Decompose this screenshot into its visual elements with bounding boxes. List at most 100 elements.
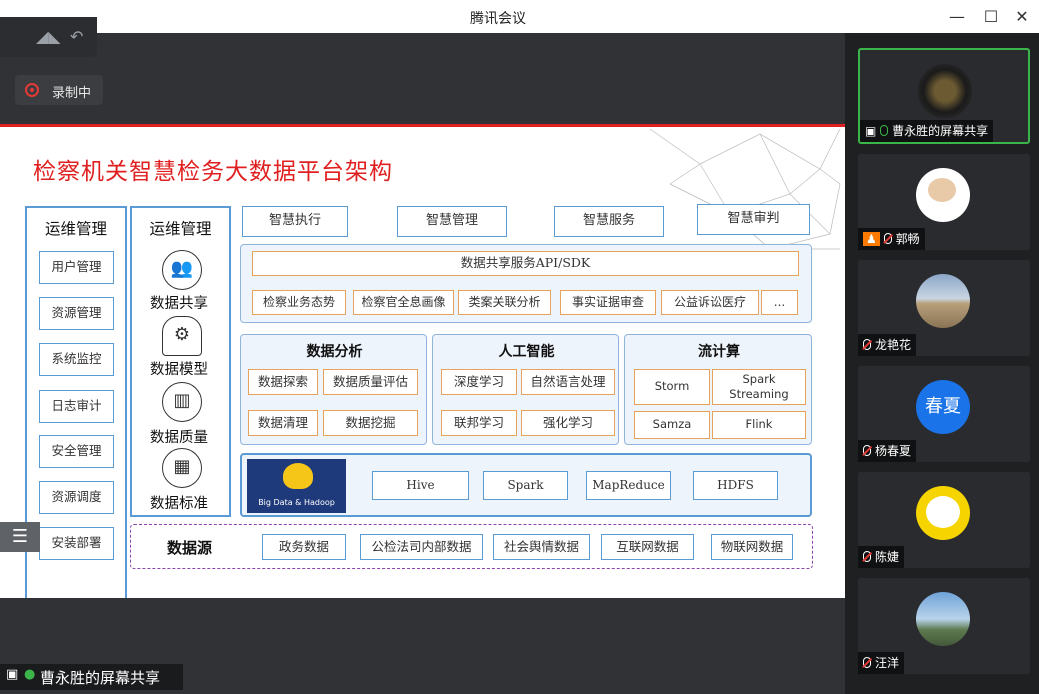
minimize-icon[interactable]: — bbox=[946, 6, 968, 28]
app-box: 智慧管理 bbox=[397, 206, 507, 237]
mic-muted-icon bbox=[863, 339, 871, 350]
data-sources-layer: 数据源 政务数据 公检法司内部数据 社会舆情数据 互联网数据 物联网数据 bbox=[130, 524, 813, 569]
participants-panel: ▣ 曹永胜的屏幕共享 ♟ 郭畅 龙艳花 春夏 杨春夏 陈婕 汪洋 bbox=[845, 33, 1039, 694]
stream-item: Samza bbox=[634, 411, 710, 439]
stream-item: Spark Streaming bbox=[712, 369, 806, 405]
participant-name-bar: 杨春夏 bbox=[858, 440, 917, 462]
participant-name: 杨春夏 bbox=[875, 444, 912, 458]
participant-tile[interactable]: 陈婕 bbox=[858, 472, 1030, 568]
recording-indicator[interactable]: 录制中 bbox=[15, 75, 103, 105]
app-box: 智慧审判 bbox=[697, 204, 810, 235]
service-item: ... bbox=[761, 290, 798, 315]
participant-name-bar: ▣ 曹永胜的屏幕共享 bbox=[860, 120, 994, 142]
elephant-icon bbox=[283, 463, 313, 489]
data-source-item: 互联网数据 bbox=[601, 534, 694, 560]
service-api-header: 数据共享服务API/SDK bbox=[252, 251, 799, 276]
cartoon-face bbox=[926, 496, 960, 528]
screen-share-icon: ▣ bbox=[6, 667, 19, 682]
service-item: 类案关联分析 bbox=[458, 290, 551, 315]
stream-item: Storm bbox=[634, 369, 710, 405]
users-icon: 👥 bbox=[162, 250, 202, 290]
bigdata-item: HDFS bbox=[693, 471, 778, 500]
ops-mid-item: 数据标准 bbox=[150, 496, 208, 512]
ops-left-item: 资源调度 bbox=[39, 481, 114, 514]
app-box: 智慧服务 bbox=[554, 206, 664, 237]
ai-item: 深度学习 bbox=[441, 369, 517, 395]
close-icon[interactable]: ✕ bbox=[1011, 6, 1033, 28]
app-title: 腾讯会议 bbox=[470, 11, 526, 27]
brain-icon: ⚙ bbox=[162, 316, 202, 356]
service-item: 公益诉讼医疗 bbox=[661, 290, 759, 315]
mic-muted-icon bbox=[863, 657, 871, 668]
record-icon bbox=[25, 83, 39, 97]
avatar bbox=[916, 168, 970, 222]
participant-tile[interactable]: 春夏 杨春夏 bbox=[858, 366, 1030, 462]
stream-panel: 流计算 Storm Spark Streaming Samza Flink bbox=[624, 334, 812, 445]
mic-muted-icon bbox=[863, 445, 871, 456]
bar-chart-icon: ▥ bbox=[162, 382, 202, 422]
avatar bbox=[916, 274, 970, 328]
participant-tile[interactable]: ♟ 郭畅 bbox=[858, 154, 1030, 250]
ops-left-panel: 运维管理 用户管理 资源管理 系统监控 日志审计 安全管理 资源调度 安装部署 bbox=[25, 206, 127, 598]
analysis-item: 数据质量评估 bbox=[323, 369, 418, 395]
participant-name-bar: ♟ 郭畅 bbox=[858, 228, 925, 250]
stream-item: Flink bbox=[712, 411, 806, 439]
calendar-icon: ▦ bbox=[162, 448, 202, 488]
service-item: 事实证据审查 bbox=[560, 290, 656, 315]
data-source-item: 政务数据 bbox=[262, 534, 346, 560]
analysis-title: 数据分析 bbox=[306, 344, 363, 360]
share-label-bar: ▣ ● 曹永胜的屏幕共享 bbox=[0, 664, 183, 690]
ai-item: 联邦学习 bbox=[441, 410, 517, 436]
bigdata-item: MapReduce bbox=[586, 471, 671, 500]
cartoon-face bbox=[928, 178, 956, 202]
participant-name-bar: 汪洋 bbox=[858, 652, 905, 674]
mic-icon: ● bbox=[24, 667, 36, 682]
ops-left-item: 日志审计 bbox=[39, 390, 114, 423]
ops-left-item: 安全管理 bbox=[39, 435, 114, 468]
undo-icon[interactable]: ↶ bbox=[70, 27, 83, 46]
avatar: 春夏 bbox=[916, 380, 970, 434]
ai-item: 自然语言处理 bbox=[521, 369, 615, 395]
analysis-item: 数据清理 bbox=[248, 410, 318, 436]
participant-name: 汪洋 bbox=[875, 656, 900, 670]
participant-tile[interactable]: ▣ 曹永胜的屏幕共享 bbox=[858, 48, 1030, 144]
participant-tile[interactable]: 汪洋 bbox=[858, 578, 1030, 674]
slide-title: 检察机关智慧检务大数据平台架构 bbox=[33, 159, 393, 185]
ops-left-item: 安装部署 bbox=[39, 527, 114, 560]
ops-left-title: 运维管理 bbox=[44, 220, 107, 238]
service-item: 检察官全息画像 bbox=[353, 290, 454, 315]
service-layer: 数据共享服务API/SDK 检察业务态势 检察官全息画像 类案关联分析 事实证据审查公… bbox=[240, 244, 812, 323]
annotate-icon[interactable]: ◢◣ bbox=[36, 27, 61, 46]
ops-mid-item: 数据模型 bbox=[150, 362, 208, 378]
participant-tile[interactable]: 龙艳花 bbox=[858, 260, 1030, 356]
data-sources-label: 数据源 bbox=[167, 539, 213, 557]
bigdata-item: Hive bbox=[372, 471, 469, 500]
floating-toolbar: ◢◣ ↶ bbox=[0, 17, 97, 57]
bigdata-layer: Big Data & Hadoop Hive Spark MapReduce H… bbox=[240, 453, 812, 517]
participant-name-bar: 龙艳花 bbox=[858, 334, 917, 356]
ops-mid-title: 运维管理 bbox=[149, 220, 212, 238]
ops-left-item: 资源管理 bbox=[39, 297, 114, 330]
hadoop-logo: Big Data & Hadoop bbox=[247, 459, 346, 513]
participant-name: 郭畅 bbox=[895, 232, 920, 246]
app-box: 智慧执行 bbox=[242, 206, 348, 237]
hadoop-logo-text: Big Data & Hadoop bbox=[258, 498, 335, 507]
side-menu-handle[interactable]: ☰ bbox=[0, 522, 40, 552]
participant-name-bar: 陈婕 bbox=[858, 546, 905, 568]
data-source-item: 社会舆情数据 bbox=[493, 534, 590, 560]
participant-name: 曹永胜的屏幕共享 bbox=[892, 124, 989, 138]
avatar bbox=[916, 592, 970, 646]
mic-icon bbox=[880, 125, 889, 136]
title-bar: 腾讯会议 — ☐ ✕ bbox=[0, 0, 1039, 33]
maximize-icon[interactable]: ☐ bbox=[980, 6, 1002, 28]
bigdata-item: Spark bbox=[483, 471, 568, 500]
avatar bbox=[918, 64, 972, 118]
analysis-item: 数据探索 bbox=[248, 369, 318, 395]
mic-muted-icon bbox=[863, 551, 871, 562]
data-source-item: 公检法司内部数据 bbox=[360, 534, 483, 560]
mic-muted-icon bbox=[883, 233, 892, 244]
ai-title: 人工智能 bbox=[498, 344, 555, 360]
participant-name: 陈婕 bbox=[875, 550, 900, 564]
share-label: 曹永胜的屏幕共享 bbox=[40, 669, 161, 687]
analysis-panel: 数据分析 数据探索 数据质量评估 数据清理 数据挖掘 bbox=[240, 334, 427, 445]
